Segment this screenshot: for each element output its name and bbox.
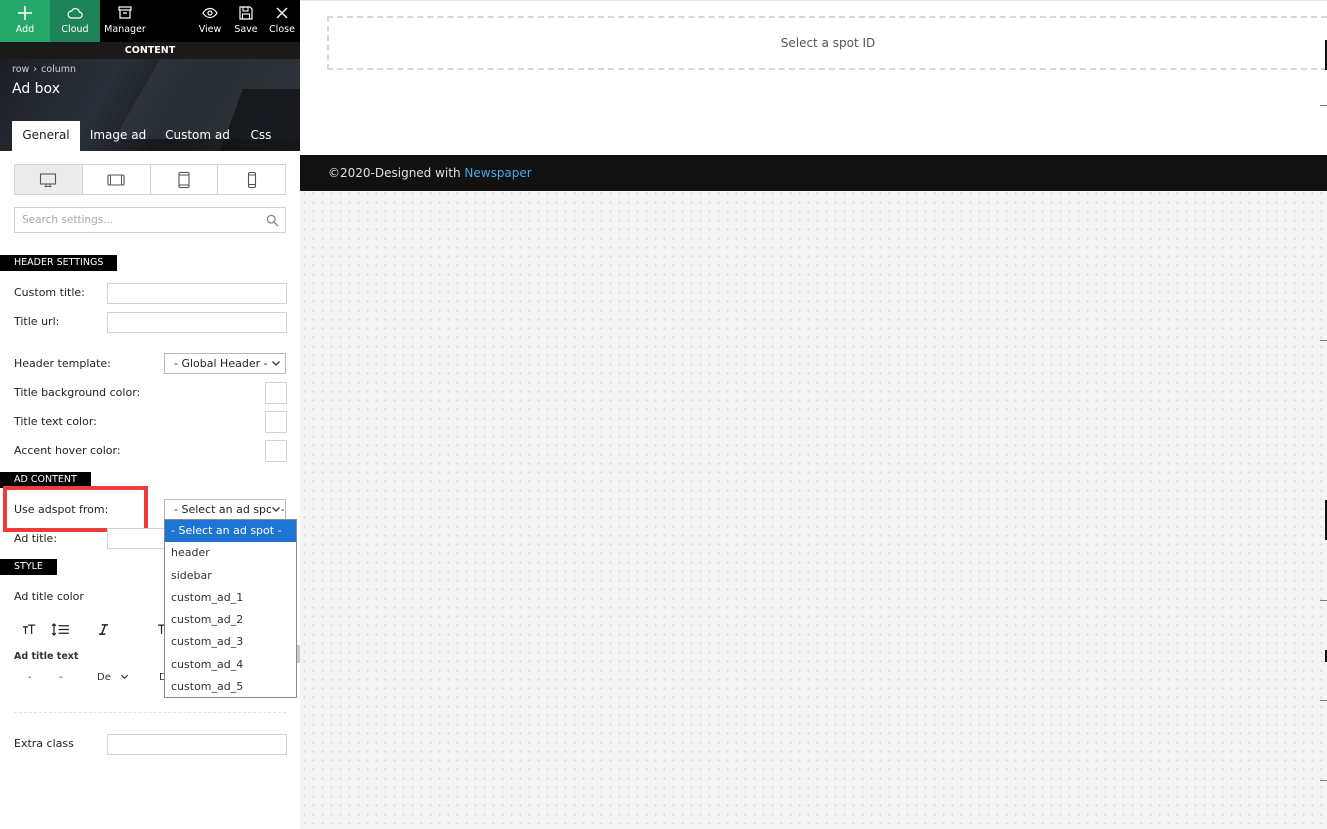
view-label: View (198, 24, 222, 35)
title-url-input[interactable] (107, 312, 287, 333)
add-button[interactable]: Add (0, 0, 50, 42)
adspot-option[interactable]: header (165, 542, 296, 564)
line-height-value[interactable]: - (59, 672, 63, 683)
save-button[interactable]: Save (232, 0, 260, 42)
manager-label: Manager (104, 24, 146, 35)
font-size-icon[interactable] (22, 623, 36, 640)
edge-mark (1320, 700, 1327, 701)
device-tablet-portrait-button[interactable] (150, 165, 219, 194)
close-label: Close (269, 24, 295, 35)
title-text-color-label: Title text color: (14, 415, 97, 428)
adspot-option[interactable]: custom_ad_1 (165, 587, 296, 609)
tablet-portrait-icon (178, 171, 190, 188)
manager-button[interactable]: Manager (100, 0, 150, 42)
manager-icon (100, 0, 150, 24)
section-style: STYLE (0, 559, 57, 575)
device-desktop-button[interactable] (15, 165, 83, 194)
extra-class-input[interactable] (107, 734, 287, 755)
phone-icon (247, 171, 256, 188)
title-background-color-label: Title background color: (14, 386, 141, 399)
ad-title-color-label: Ad title color (14, 590, 84, 603)
search-icon (266, 214, 279, 227)
highlight-box (3, 486, 148, 532)
adspot-dropdown-list: - Select an ad spot - header sidebar cus… (164, 519, 297, 698)
tab-custom-ad[interactable]: Custom ad (160, 121, 235, 151)
preview-content-area: Select a spot ID (300, 0, 1327, 155)
ad-title-label: Ad title: (14, 532, 58, 545)
italic-icon[interactable] (98, 623, 109, 640)
chevron-down-icon (271, 504, 281, 514)
adspot-select-value: - Select an ad spot - (174, 503, 285, 516)
view-button[interactable]: View (196, 0, 224, 42)
close-icon (266, 0, 298, 24)
content-bar: CONTENT (0, 42, 300, 59)
edge-mark (1320, 340, 1327, 341)
font-style-select[interactable]: De (97, 672, 129, 683)
header-template-value: - Global Header - (174, 357, 268, 370)
line-height-icon[interactable] (51, 623, 70, 640)
footer-copyright: ©2020-Designed with (328, 166, 465, 180)
header-template-label: Header template: (14, 357, 111, 370)
adspot-option[interactable]: custom_ad_4 (165, 654, 296, 676)
settings-panel: Add Cloud Manager View Save Close CONTEN… (0, 0, 300, 829)
cloud-icon (50, 0, 100, 24)
preview-footer: ©2020-Designed with Newspaper (300, 155, 1327, 191)
title-url-label: Title url: (14, 315, 60, 328)
edge-mark (1320, 105, 1327, 106)
desktop-icon (40, 172, 57, 187)
plus-icon (0, 0, 50, 24)
custom-title-input[interactable] (107, 283, 287, 304)
tab-css[interactable]: Css (242, 121, 280, 151)
custom-title-label: Custom title: (14, 286, 85, 299)
element-title: Ad box (12, 81, 60, 97)
adspot-option[interactable]: custom_ad_5 (165, 676, 296, 698)
top-toolbar: Add Cloud Manager View Save Close (0, 0, 300, 42)
edge-mark (1320, 780, 1327, 781)
ad-spot-placeholder[interactable]: Select a spot ID (327, 16, 1327, 70)
breadcrumb-separator: › (33, 64, 38, 75)
breadcrumb: row › column (12, 64, 76, 75)
title-background-color-picker[interactable] (265, 382, 287, 404)
eye-icon (196, 0, 224, 24)
chevron-down-icon (271, 358, 281, 368)
search-settings (14, 207, 286, 233)
cloud-label: Cloud (61, 24, 89, 35)
search-input[interactable] (15, 208, 285, 232)
chevron-down-icon (120, 674, 129, 680)
adspot-select[interactable]: - Select an ad spot - (164, 499, 286, 520)
device-phone-button[interactable] (218, 165, 285, 194)
tablet-landscape-icon (107, 173, 125, 186)
font-size-value[interactable]: - (28, 672, 32, 683)
ad-title-text-label: Ad title text (14, 651, 79, 662)
section-header-settings: HEADER SETTINGS (0, 255, 118, 271)
accent-hover-color-label: Accent hover color: (14, 444, 121, 457)
adspot-option[interactable]: custom_ad_3 (165, 631, 296, 653)
divider (14, 712, 286, 713)
extra-class-label: Extra class (14, 737, 74, 750)
add-label: Add (15, 24, 35, 35)
edge-mark (1320, 600, 1327, 601)
tab-image-ad[interactable]: Image ad (84, 121, 152, 151)
save-label: Save (234, 24, 258, 35)
responsive-device-switcher (14, 164, 286, 195)
adspot-option[interactable]: sidebar (165, 565, 296, 587)
close-button[interactable]: Close (266, 0, 298, 42)
page-preview: Select a spot ID ©2020-Designed with New… (300, 0, 1327, 829)
footer-link[interactable]: Newspaper (464, 166, 531, 180)
window-edge (1320, 40, 1327, 829)
breadcrumb-column[interactable]: column (41, 64, 76, 75)
tab-general[interactable]: General (12, 121, 80, 151)
font-style-value: De (97, 672, 111, 683)
adspot-option[interactable]: custom_ad_2 (165, 609, 296, 631)
title-text-color-picker[interactable] (265, 411, 287, 433)
cloud-button[interactable]: Cloud (50, 0, 100, 42)
element-header: row › column Ad box General Image ad Custo… (0, 59, 300, 151)
adspot-option[interactable]: - Select an ad spot - (165, 520, 296, 543)
floppy-icon (232, 0, 260, 24)
header-template-select[interactable]: - Global Header - (164, 353, 286, 374)
device-tablet-landscape-button[interactable] (82, 165, 151, 194)
breadcrumb-row[interactable]: row (12, 64, 29, 75)
accent-hover-color-picker[interactable] (265, 440, 287, 462)
